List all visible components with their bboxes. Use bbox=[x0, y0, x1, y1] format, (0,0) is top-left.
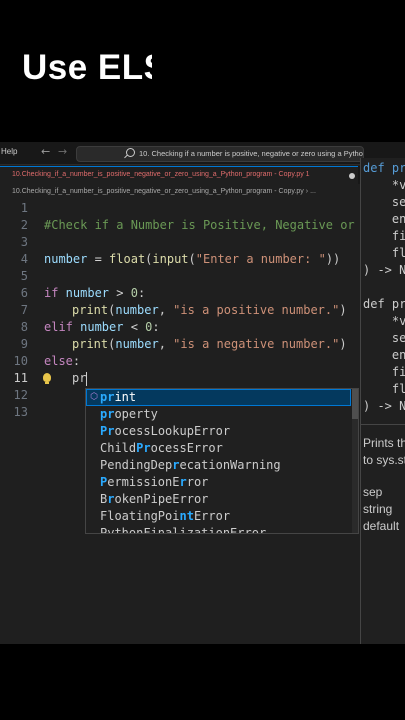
line-number: 2 bbox=[20, 218, 28, 232]
tab-label: 10.Checking_if_a_number_is_positive_nega… bbox=[12, 171, 310, 178]
doc-text: default bbox=[363, 519, 400, 533]
breadcrumb[interactable]: 10.Checking_if_a_number_is_positive_nega… bbox=[12, 188, 316, 195]
video-caption: Use ELS bbox=[22, 48, 152, 87]
breadcrumb-separator: › bbox=[305, 188, 309, 195]
signature-line: *va bbox=[391, 178, 405, 192]
line-number: 4 bbox=[20, 252, 28, 266]
doc-text: sep bbox=[363, 485, 383, 499]
code-line-1: 1 bbox=[0, 200, 360, 217]
signature-help-panel: def pr *va sep end fil flu ) -> No def p… bbox=[360, 158, 405, 644]
code-text-typed: pr bbox=[72, 371, 88, 386]
suggestion-item[interactable]: property bbox=[86, 406, 351, 423]
signature-line: end bbox=[391, 212, 405, 226]
comment-text: #Check if a Number is Positive, Negative… bbox=[44, 218, 377, 232]
code-line-9: 9 print(number, "is a negative number.") bbox=[0, 336, 360, 353]
scrollbar-thumb[interactable] bbox=[352, 389, 358, 419]
suggestion-item[interactable]: ⬡ print bbox=[86, 389, 351, 406]
signature-line: flu bbox=[391, 246, 405, 260]
signature-line: def pr bbox=[363, 161, 405, 175]
signature-line: def pr bbox=[363, 297, 405, 311]
signature-line: fil bbox=[391, 365, 405, 379]
search-icon bbox=[126, 148, 135, 157]
line-number: 5 bbox=[20, 269, 28, 283]
text-cursor bbox=[86, 371, 88, 386]
code-line-2: 2 #Check if a Number is Positive, Negativ… bbox=[0, 217, 377, 234]
line-number: 10 bbox=[13, 354, 28, 368]
video-bottom-bar bbox=[0, 644, 405, 720]
code-line-7: 7 print(number, "is a positive number.") bbox=[0, 302, 360, 319]
suggestion-item[interactable]: PermissionError bbox=[86, 474, 351, 491]
suggestion-item[interactable]: FloatingPointError bbox=[86, 508, 351, 525]
code-line-10: 10 else: bbox=[0, 353, 360, 370]
signature-line: flu bbox=[391, 382, 405, 396]
title-bar: Help ← → 10. Checking if a number is pos… bbox=[0, 142, 405, 165]
signature-line: *va bbox=[391, 314, 405, 328]
line-number: 9 bbox=[20, 337, 28, 351]
signature-line: end bbox=[391, 348, 405, 362]
command-center-search[interactable]: 10. Checking if a number is positive, ne… bbox=[76, 146, 364, 162]
line-number: 1 bbox=[20, 201, 28, 215]
code-text: print(number, "is a positive number.") bbox=[72, 303, 347, 317]
suggestion-item[interactable]: BrokenPipeError bbox=[86, 491, 351, 508]
code-text: number = float(input("Enter a number: ")… bbox=[44, 252, 341, 266]
search-text: 10. Checking if a number is positive, ne… bbox=[139, 149, 363, 158]
suggestion-item[interactable]: PendingDeprecationWarning bbox=[86, 457, 351, 474]
breadcrumb-file[interactable]: 10.Checking_if_a_number_is_positive_nega… bbox=[12, 188, 304, 195]
back-arrow-icon[interactable]: ← bbox=[41, 145, 50, 158]
line-number: 7 bbox=[20, 303, 28, 317]
forward-arrow-icon[interactable]: → bbox=[58, 145, 67, 158]
line-number: 11 bbox=[13, 371, 28, 385]
signature-line: ) -> No bbox=[363, 263, 405, 277]
doc-text: string bbox=[363, 502, 393, 516]
line-number: 8 bbox=[20, 320, 28, 334]
code-line-3: 3 bbox=[0, 234, 360, 251]
code-line-5: 5 bbox=[0, 268, 360, 285]
code-line-8: 8 elif number < 0: bbox=[0, 319, 360, 336]
line-number: 12 bbox=[13, 388, 28, 402]
unsaved-dot-icon[interactable] bbox=[349, 173, 355, 179]
breadcrumb-tail[interactable]: ... bbox=[310, 188, 316, 195]
suggestion-item[interactable]: ChildProcessError bbox=[86, 440, 351, 457]
signature-line: fil bbox=[391, 229, 405, 243]
doc-text: Prints th bbox=[363, 436, 405, 450]
line-number: 6 bbox=[20, 286, 28, 300]
signature-line: sep bbox=[391, 331, 405, 345]
cube-icon: ⬡ bbox=[90, 392, 98, 402]
suggestion-item[interactable]: PythonFinalizationError bbox=[86, 525, 351, 533]
signature-line: sep bbox=[391, 195, 405, 209]
code-text: print(number, "is a negative number.") bbox=[72, 337, 347, 351]
code-line-6: 6 if number > 0: bbox=[0, 285, 360, 302]
tab-bar: 10.Checking_if_a_number_is_positive_nega… bbox=[0, 166, 360, 185]
code-line-11: 11 pr bbox=[0, 370, 360, 387]
dropdown-scrollbar[interactable] bbox=[352, 389, 358, 533]
vscode-window: Help ← → 10. Checking if a number is pos… bbox=[0, 142, 405, 644]
lightbulb-icon[interactable] bbox=[43, 373, 51, 384]
tab-active-file[interactable]: 10.Checking_if_a_number_is_positive_nega… bbox=[0, 166, 358, 185]
doc-text: to sys.st bbox=[363, 453, 405, 467]
code-text: elif number < 0: bbox=[44, 320, 160, 334]
signature-line: ) -> No bbox=[363, 399, 405, 413]
panel-divider bbox=[361, 424, 405, 425]
menu-help[interactable]: Help bbox=[1, 147, 17, 156]
suggestion-item[interactable]: ProcessLookupError bbox=[86, 423, 351, 440]
line-number: 13 bbox=[13, 405, 28, 419]
code-text: else: bbox=[44, 354, 81, 368]
code-line-4: 4 number = float(input("Enter a number: "… bbox=[0, 251, 360, 268]
line-number: 3 bbox=[20, 235, 28, 249]
code-text: if number > 0: bbox=[44, 286, 146, 300]
autocomplete-dropdown[interactable]: ⬡ print property ProcessLookupError Chil… bbox=[85, 388, 359, 534]
